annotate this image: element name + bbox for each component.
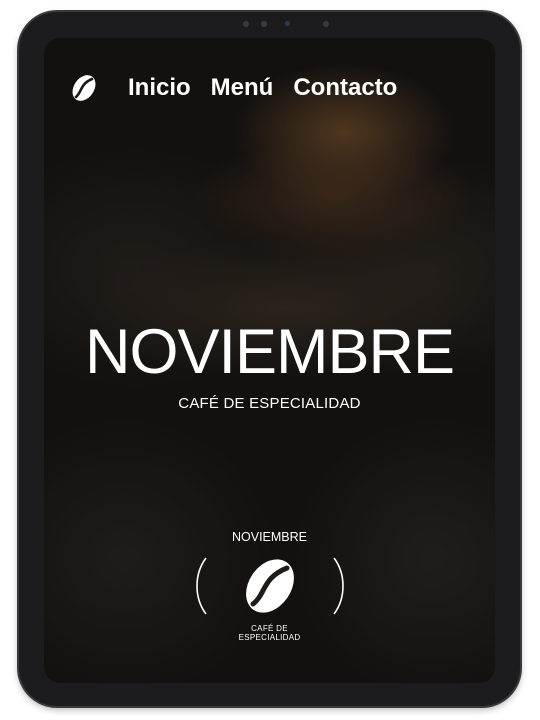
coffee-bean-icon[interactable] (68, 72, 100, 104)
screen: Inicio Menú Contacto NOVIEMBRE CAFÉ DE E… (44, 38, 495, 683)
coffee-bean-icon (245, 559, 294, 613)
hero-title: NOVIEMBRE (84, 317, 455, 387)
nav-link-menu[interactable]: Menú (211, 74, 274, 102)
badge-bottom-line1: CAFÉ DE (251, 624, 288, 633)
sensor-bar (243, 19, 333, 29)
badge-bottom-text: CAFÉ DE ESPECIALIDAD (44, 624, 495, 642)
sensor-dot (243, 21, 249, 27)
hero: NOVIEMBRE CAFÉ DE ESPECIALIDAD (44, 317, 495, 413)
sensor-dot (261, 21, 267, 27)
hero-subtitle: CAFÉ DE ESPECIALIDAD (178, 395, 361, 412)
nav-link-inicio[interactable]: Inicio (128, 74, 191, 102)
badge-top-text: NOVIEMBRE (231, 530, 307, 544)
top-nav: Inicio Menú Contacto (68, 70, 475, 106)
nav-link-contacto[interactable]: Contacto (293, 74, 397, 102)
tablet-frame: Inicio Menú Contacto NOVIEMBRE CAFÉ DE E… (19, 12, 520, 706)
brand-badge: NOVIEMBRE CAFÉ DE ESPECIALIDAD (44, 530, 495, 642)
badge-bottom-line2: ESPECIALIDAD (238, 633, 301, 643)
sensor-dot (323, 21, 329, 27)
left-parenthesis-icon (195, 557, 207, 615)
right-parenthesis-icon (332, 557, 344, 615)
camera-icon (285, 21, 290, 26)
badge-mark (190, 550, 350, 622)
